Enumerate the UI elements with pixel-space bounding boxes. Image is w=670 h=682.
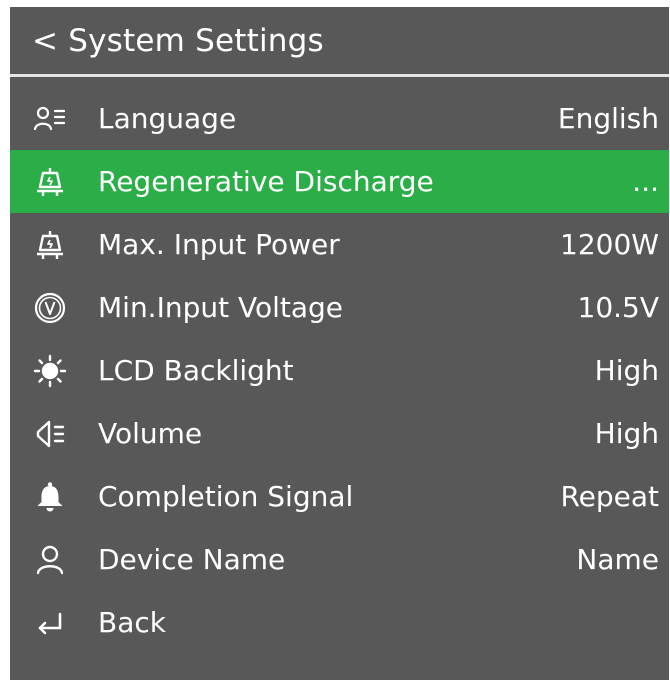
- plug-icon: [32, 227, 68, 263]
- menu-item-value: 10.5V: [577, 291, 660, 324]
- language-icon: [32, 101, 68, 137]
- menu-item-label: Volume: [98, 417, 203, 450]
- voltage-icon: [32, 290, 68, 326]
- menu-item-value: English: [557, 102, 659, 135]
- menu-item-label: Regenerative Discharge: [98, 165, 434, 198]
- menu-item-back[interactable]: Back: [10, 591, 669, 654]
- page-title: < System Settings: [32, 22, 324, 59]
- menu-item-max-input-power[interactable]: Max. Input Power 1200W: [10, 213, 669, 276]
- menu-item-label: Min.Input Voltage: [98, 291, 344, 324]
- menu-item-regenerative-discharge[interactable]: Regenerative Discharge ...: [10, 150, 669, 213]
- header-back-button[interactable]: < System Settings: [10, 7, 669, 74]
- menu-item-min-input-voltage[interactable]: Min.Input Voltage 10.5V: [10, 276, 669, 339]
- menu-item-value: Name: [576, 543, 659, 576]
- menu-item-label: Language: [98, 102, 237, 135]
- menu-item-lcd-backlight[interactable]: LCD Backlight High: [10, 339, 669, 402]
- menu-item-completion-signal[interactable]: Completion Signal Repeat: [10, 465, 669, 528]
- settings-screen: < System Settings Language English Regen…: [10, 7, 669, 680]
- bell-icon: [32, 479, 68, 515]
- menu-item-value: High: [594, 417, 659, 450]
- menu-item-device-name[interactable]: Device Name Name: [10, 528, 669, 591]
- menu-item-label: Device Name: [98, 543, 286, 576]
- header-divider: [10, 74, 669, 77]
- menu-item-value: Repeat: [560, 480, 659, 513]
- menu-item-volume[interactable]: Volume High: [10, 402, 669, 465]
- return-icon: [32, 605, 68, 641]
- menu-item-label: Max. Input Power: [98, 228, 340, 261]
- menu-item-value: 1200W: [560, 228, 659, 261]
- speaker-icon: [32, 416, 68, 452]
- menu-item-label: Back: [98, 606, 166, 639]
- user-icon: [32, 542, 68, 578]
- brightness-icon: [32, 353, 68, 389]
- menu-item-value: ...: [632, 165, 659, 198]
- menu-item-label: Completion Signal: [98, 480, 354, 513]
- menu-item-label: LCD Backlight: [98, 354, 294, 387]
- plug-icon: [32, 164, 68, 200]
- menu-item-language[interactable]: Language English: [10, 87, 669, 150]
- menu-item-value: High: [594, 354, 659, 387]
